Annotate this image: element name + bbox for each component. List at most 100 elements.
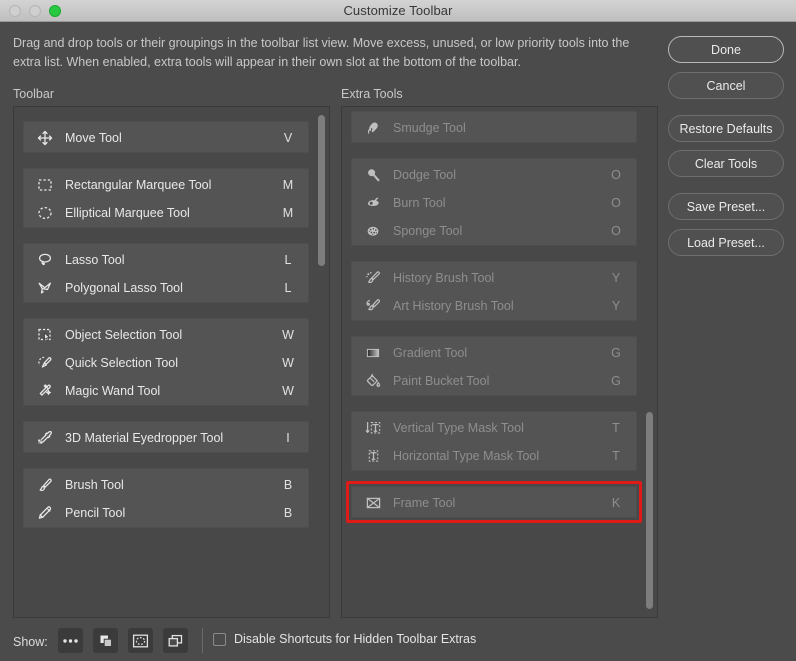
quick-mask-button[interactable] xyxy=(128,628,153,653)
object-selection-tool-icon xyxy=(34,326,56,344)
tool-shortcut: G xyxy=(610,346,622,360)
ellipsis-button[interactable] xyxy=(58,628,83,653)
tool-row[interactable]: Gradient ToolG xyxy=(352,339,636,367)
horizontal-type-mask-tool-icon xyxy=(362,447,384,465)
show-label: Show: xyxy=(13,635,48,649)
tool-row[interactable]: Rectangular Marquee ToolM xyxy=(24,171,308,199)
toolbar-group[interactable]: Lasso ToolLPolygonal Lasso ToolL xyxy=(23,243,309,303)
extra-group[interactable]: Vertical Type Mask ToolTHorizontal Type … xyxy=(351,411,637,471)
sponge-tool-icon xyxy=(362,222,384,240)
toolbar-group[interactable]: Brush ToolBPencil ToolB xyxy=(23,468,309,528)
tool-name: Paint Bucket Tool xyxy=(393,374,610,388)
rectangular-marquee-tool-icon xyxy=(34,176,56,194)
screen-mode-button[interactable] xyxy=(93,628,118,653)
smudge-tool-icon xyxy=(362,119,384,137)
tool-shortcut: M xyxy=(282,178,294,192)
tool-row[interactable]: 3D Material Eyedropper ToolI xyxy=(24,424,308,452)
toolbar-scrollbar-thumb[interactable] xyxy=(318,115,325,266)
tool-name: History Brush Tool xyxy=(393,271,610,285)
extra-tools-scroll-area[interactable]: Smudge ToolDodge ToolOBurn ToolOSponge T… xyxy=(342,107,657,617)
extra-tools-list-panel[interactable]: Smudge ToolDodge ToolOBurn ToolOSponge T… xyxy=(341,106,658,618)
tool-row[interactable]: Polygonal Lasso ToolL xyxy=(24,274,308,302)
done-button[interactable]: Done xyxy=(668,36,784,63)
extra-group[interactable]: Dodge ToolOBurn ToolOSponge ToolO xyxy=(351,158,637,246)
tool-shortcut: L xyxy=(282,281,294,295)
clear-tools-button[interactable]: Clear Tools xyxy=(668,150,784,177)
extra-group[interactable]: Gradient ToolGPaint Bucket ToolG xyxy=(351,336,637,396)
tool-name: Quick Selection Tool xyxy=(65,356,282,370)
tool-row[interactable]: Burn ToolO xyxy=(352,189,636,217)
tool-shortcut: W xyxy=(282,384,294,398)
tool-row[interactable]: Vertical Type Mask ToolT xyxy=(352,414,636,442)
toolbar-group[interactable]: 3D Material Eyedropper ToolI xyxy=(23,421,309,453)
toolbar-list-panel[interactable]: Move ToolV Rectangular Marquee ToolMEllip… xyxy=(13,106,330,618)
tool-row[interactable]: Move ToolV xyxy=(24,124,308,152)
tool-row[interactable]: Frame ToolK xyxy=(352,489,636,517)
tool-name: Art History Brush Tool xyxy=(393,299,610,313)
tool-row[interactable]: Quick Selection ToolW xyxy=(24,349,308,377)
tool-name: Smudge Tool xyxy=(393,121,610,135)
elliptical-marquee-tool-icon xyxy=(34,204,56,222)
tool-row[interactable]: Magic Wand ToolW xyxy=(24,377,308,405)
polygonal-lasso-tool-icon xyxy=(34,279,56,297)
save-preset-button[interactable]: Save Preset... xyxy=(668,193,784,220)
disable-shortcuts-label: Disable Shortcuts for Hidden Toolbar Ext… xyxy=(234,632,476,646)
tool-shortcut: O xyxy=(610,196,622,210)
load-preset-button[interactable]: Load Preset... xyxy=(668,229,784,256)
tool-row[interactable]: Art History Brush ToolY xyxy=(352,292,636,320)
disable-shortcuts-row[interactable]: Disable Shortcuts for Hidden Toolbar Ext… xyxy=(213,632,476,646)
tool-shortcut: I xyxy=(282,431,294,445)
tool-row[interactable]: Object Selection ToolW xyxy=(24,321,308,349)
tool-row[interactable]: Smudge Tool xyxy=(352,114,636,142)
dodge-tool-icon xyxy=(362,166,384,184)
tool-name: Burn Tool xyxy=(393,196,610,210)
paint-bucket-tool-icon xyxy=(362,372,384,390)
button-label: Done xyxy=(711,43,741,57)
toolbar-group[interactable]: Rectangular Marquee ToolMElliptical Marq… xyxy=(23,168,309,228)
window-title: Customize Toolbar xyxy=(0,3,796,18)
move-tool-icon xyxy=(34,129,56,147)
tool-name: Gradient Tool xyxy=(393,346,610,360)
tool-shortcut: B xyxy=(282,478,294,492)
tool-row[interactable]: Elliptical Marquee ToolM xyxy=(24,199,308,227)
extra-group[interactable]: Frame ToolK xyxy=(351,486,637,518)
tool-name: Lasso Tool xyxy=(65,253,282,267)
screen-arrange-button[interactable] xyxy=(163,628,188,653)
cancel-button[interactable]: Cancel xyxy=(668,72,784,99)
restore-defaults-button[interactable]: Restore Defaults xyxy=(668,115,784,142)
tool-shortcut: T xyxy=(610,421,622,435)
extra-tools-scrollbar-thumb[interactable] xyxy=(646,412,653,609)
tool-shortcut: W xyxy=(282,328,294,342)
button-label: Save Preset... xyxy=(687,200,766,214)
toolbar-scrollbar-track[interactable] xyxy=(316,110,327,614)
tool-row[interactable]: Lasso ToolL xyxy=(24,246,308,274)
toolbar-group[interactable]: Object Selection ToolWQuick Selection To… xyxy=(23,318,309,406)
button-label: Load Preset... xyxy=(687,236,765,250)
tool-row[interactable]: Paint Bucket ToolG xyxy=(352,367,636,395)
extra-group[interactable]: Smudge Tool xyxy=(351,111,637,143)
dialog-description: Drag and drop tools or their groupings i… xyxy=(13,34,658,72)
tool-shortcut: M xyxy=(282,206,294,220)
tool-name: Object Selection Tool xyxy=(65,328,282,342)
tool-row[interactable]: Horizontal Type Mask ToolT xyxy=(352,442,636,470)
extra-tools-scrollbar-track[interactable] xyxy=(644,110,655,614)
gradient-tool-icon xyxy=(362,344,384,362)
tool-row[interactable]: History Brush ToolY xyxy=(352,264,636,292)
tool-row[interactable]: Dodge ToolO xyxy=(352,161,636,189)
extra-tools-column-label: Extra Tools xyxy=(341,87,403,101)
button-label: Clear Tools xyxy=(695,157,757,171)
extra-group[interactable]: History Brush ToolYArt History Brush Too… xyxy=(351,261,637,321)
tool-row[interactable]: Brush ToolB xyxy=(24,471,308,499)
disable-shortcuts-checkbox[interactable] xyxy=(213,633,226,646)
tool-row[interactable]: Pencil ToolB xyxy=(24,499,308,527)
ellipsis-icon xyxy=(62,637,79,645)
button-label: Cancel xyxy=(707,79,746,93)
toolbar-scroll-area[interactable]: Move ToolV Rectangular Marquee ToolMEllip… xyxy=(14,107,329,617)
tool-shortcut: G xyxy=(610,374,622,388)
toolbar-group[interactable]: Move ToolV xyxy=(23,121,309,153)
tool-shortcut: Y xyxy=(610,271,622,285)
tool-name: 3D Material Eyedropper Tool xyxy=(65,431,282,445)
history-brush-tool-icon xyxy=(362,269,384,287)
quick-selection-tool-icon xyxy=(34,354,56,372)
tool-row[interactable]: Sponge ToolO xyxy=(352,217,636,245)
